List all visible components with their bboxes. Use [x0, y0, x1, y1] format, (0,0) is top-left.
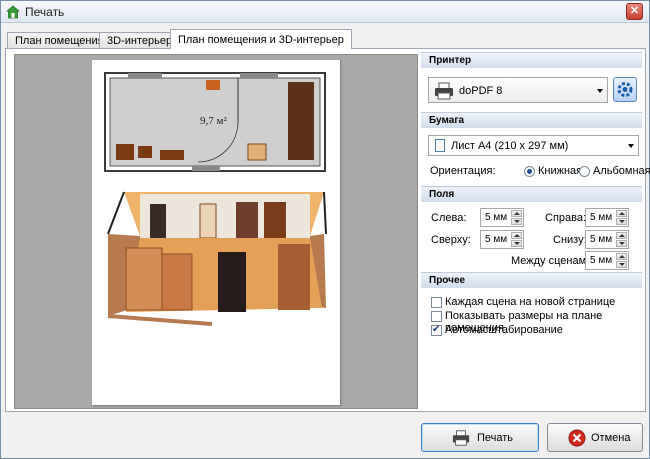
between-scenes-label: Между сценами:: [511, 255, 596, 267]
margin-top-value: 5 мм: [485, 234, 508, 245]
printer-settings-button[interactable]: [613, 77, 637, 102]
print-button-label: Печать: [477, 432, 514, 444]
stepper-buttons: [616, 253, 627, 268]
close-button[interactable]: ✕: [626, 3, 643, 20]
portrait-radio[interactable]: [524, 166, 535, 177]
tab-panel: 9,7 м² Принтер doPDF 8 Бумага Лист A4 (2…: [5, 48, 650, 412]
margin-right-label: Справа:: [545, 212, 587, 224]
chevron-down-icon: [597, 89, 603, 93]
autoscale-label: Автомасштабирование: [445, 324, 563, 336]
margin-bottom-value: 5 мм: [590, 234, 613, 245]
settings-panel: Принтер doPDF 8 Бумага Лист A4 (210 x 29…: [421, 50, 650, 408]
other-section-header: Прочее: [421, 272, 642, 288]
margin-left-stepper[interactable]: 5 мм: [480, 208, 524, 227]
window-title: Печать: [25, 5, 65, 19]
preview-page: 9,7 м²: [92, 60, 340, 405]
paper-size-value: Лист A4 (210 x 297 мм): [451, 140, 569, 152]
3d-interior-image: [107, 191, 327, 326]
printer-icon: [452, 430, 470, 446]
paper-section-header: Бумага: [421, 112, 642, 128]
printer-name: doPDF 8: [459, 85, 503, 97]
stepper-up-icon[interactable]: [511, 210, 522, 217]
printer-section-header: Принтер: [421, 52, 642, 68]
orientation-label: Ориентация:: [430, 165, 496, 177]
print-dialog: Печать ✕ План помещения 3D-интерьер План…: [0, 0, 650, 459]
stepper-down-icon[interactable]: [616, 261, 627, 268]
margin-right-value: 5 мм: [590, 212, 613, 223]
margin-top-label: Сверху:: [431, 234, 471, 246]
tab-plan-and-3d[interactable]: План помещения и 3D-интерьер: [170, 29, 352, 49]
title-bar: Печать ✕: [1, 1, 649, 23]
portrait-label: Книжная: [538, 165, 583, 177]
margin-left-value: 5 мм: [485, 212, 508, 223]
cancel-button[interactable]: Отмена: [547, 423, 643, 452]
document-icon: [435, 139, 445, 152]
between-scenes-stepper[interactable]: 5 мм: [585, 251, 629, 270]
show-dimensions-checkbox[interactable]: [431, 311, 442, 322]
print-preview[interactable]: 9,7 м²: [14, 54, 418, 409]
new-page-label: Каждая сцена на новой странице: [445, 296, 616, 308]
stepper-buttons: [616, 210, 627, 225]
landscape-radio[interactable]: [579, 166, 590, 177]
stepper-up-icon[interactable]: [616, 232, 627, 239]
landscape-label: Альбомная: [593, 165, 650, 177]
stepper-up-icon[interactable]: [616, 253, 627, 260]
stepper-down-icon[interactable]: [511, 240, 522, 247]
between-scenes-value: 5 мм: [590, 255, 613, 266]
room-plan-image: 9,7 м²: [104, 72, 326, 172]
stepper-down-icon[interactable]: [511, 218, 522, 225]
tab-3d-interior[interactable]: 3D-интерьер: [99, 32, 181, 49]
gear-icon: [617, 82, 633, 97]
margins-section-header: Поля: [421, 186, 642, 202]
margin-bottom-stepper[interactable]: 5 мм: [585, 230, 629, 249]
autoscale-checkbox[interactable]: [431, 324, 442, 336]
stepper-buttons: [511, 232, 522, 247]
new-page-checkbox[interactable]: [431, 297, 442, 308]
cancel-icon: [568, 429, 586, 447]
print-button[interactable]: Печать: [421, 423, 539, 452]
tab-label: План помещения: [15, 35, 104, 47]
paper-size-dropdown[interactable]: Лист A4 (210 x 297 мм): [428, 135, 639, 156]
close-icon: ✕: [629, 5, 640, 17]
stepper-up-icon[interactable]: [616, 210, 627, 217]
stepper-buttons: [616, 232, 627, 247]
margin-right-stepper[interactable]: 5 мм: [585, 208, 629, 227]
margin-left-label: Слева:: [431, 212, 467, 224]
margin-top-stepper[interactable]: 5 мм: [480, 230, 524, 249]
house-icon: [6, 5, 20, 19]
tab-label: План помещения и 3D-интерьер: [178, 34, 344, 46]
printer-icon: [435, 82, 453, 100]
tab-label: 3D-интерьер: [107, 35, 173, 47]
tab-room-plan[interactable]: План помещения: [7, 32, 112, 49]
plan-area-label: 9,7 м²: [200, 115, 227, 127]
stepper-down-icon[interactable]: [616, 218, 627, 225]
stepper-up-icon[interactable]: [511, 232, 522, 239]
cancel-button-label: Отмена: [591, 432, 631, 444]
margin-bottom-label: Снизу:: [553, 234, 587, 246]
stepper-down-icon[interactable]: [616, 240, 627, 247]
chevron-down-icon: [628, 144, 634, 148]
stepper-buttons: [511, 210, 522, 225]
printer-dropdown[interactable]: doPDF 8: [428, 77, 608, 103]
